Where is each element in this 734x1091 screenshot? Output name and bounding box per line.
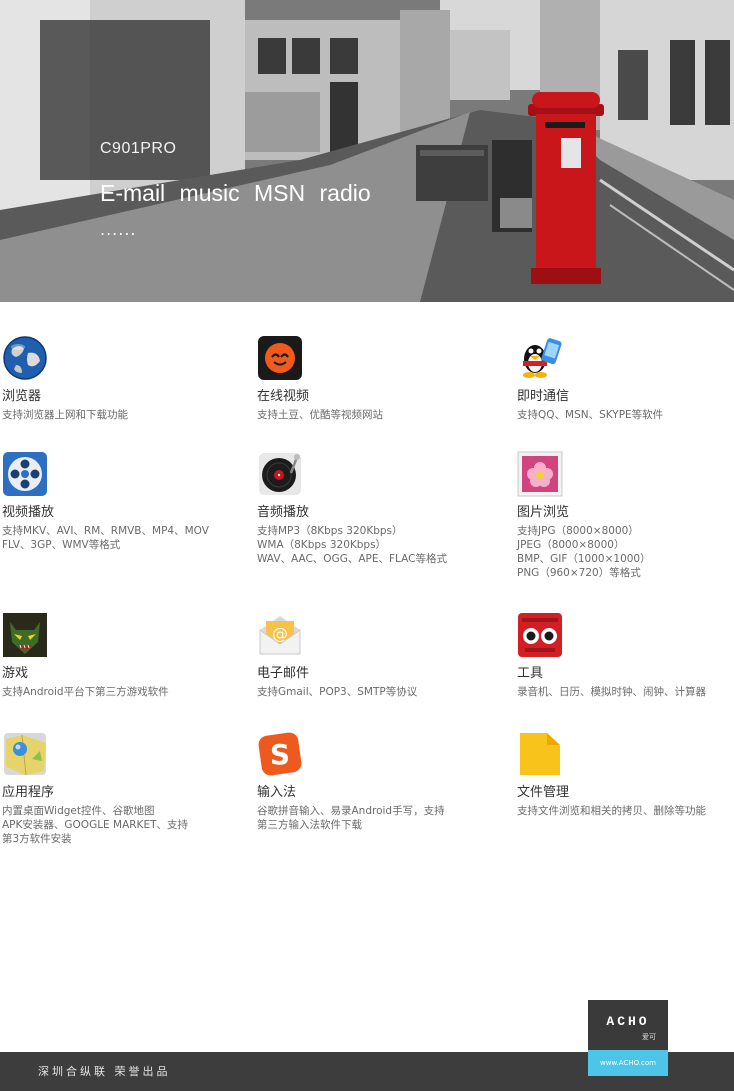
feature-desc-line: 内置桌面Widget控件、谷歌地图 [2,805,155,817]
feature-title: 工具 [517,666,544,681]
feature-desc-line: 支持Android平台下第三方游戏软件 [2,686,169,698]
model-name: C901PRO [100,140,177,157]
feature-title: 游戏 [2,666,29,681]
folder-icon [520,733,560,775]
tools-icon [518,613,562,657]
feature-video-playback: 视频播放 支持MKV、AVI、RM、RMVB、MP4、MOV FLV、3GP、W… [2,451,209,552]
footer-credit: 深圳合纵联 荣誉出品 [38,1065,171,1078]
feature-title: 文件管理 [517,785,570,800]
picture-icon [517,451,563,497]
feature-desc-line: 第3方软件安装 [2,833,72,845]
feature-online-video: 在线视频 支持土豆、优酷等视频网站 [257,335,383,422]
feature-desc-line: APK安装器、GOOGLE MARKET、支持 [2,819,188,831]
feature-desc-line: PNG（960×720）等格式 [517,567,641,579]
feature-games: 游戏 支持Android平台下第三方游戏软件 [2,612,169,699]
feature-email: @ 电子邮件 支持Gmail、POP3、SMTP等协议 [257,612,417,699]
hero-tagline: E-mail music MSN radio [100,180,371,206]
feature-desc-line: 支持MP3（8Kbps 320Kbps） [257,525,403,537]
hero-ellipsis: ...... [100,220,137,239]
hero-banner: C901PRO E-mail music MSN radio ...... [0,0,734,302]
feature-desc-line: 支持文件浏览和相关的拷贝、删除等功能 [517,805,706,817]
sogou-input-icon: S [258,732,302,776]
red-postbox [528,92,604,284]
feature-desc-line: 支持Gmail、POP3、SMTP等协议 [257,686,418,698]
feature-desc-line: 谷歌拼音输入、易录Android手写，支持 [257,805,445,817]
feature-title: 即时通信 [517,389,570,404]
feature-title: 图片浏览 [517,505,570,520]
feature-desc-line: BMP、GIF（1000×1000） [517,553,651,565]
feature-title: 视频播放 [2,505,55,520]
svg-text:S: S [270,738,290,771]
feature-picture-viewer: 图片浏览 支持JPG（8000×8000） JPEG（8000×8000） BM… [517,451,651,580]
feature-input-method: S 输入法 谷歌拼音输入、易录Android手写，支持 第三方输入法软件下载 [257,731,445,832]
record-player-icon [259,453,301,495]
online-video-icon [258,336,302,380]
feature-desc-line: 支持土豆、优酷等视频网站 [257,409,383,421]
feature-desc-line: 支持MKV、AVI、RM、RMVB、MP4、MOV [2,525,209,537]
feature-desc-line: WMA（8Kbps 320Kbps） [257,539,387,551]
feature-title: 应用程序 [2,785,55,800]
globe-icon [3,336,47,380]
film-reel-icon [3,452,47,496]
brand-logo: ACHO [606,1014,650,1029]
feature-desc-line: WAV、AAC、OGG、APE、FLAC等格式 [257,553,447,565]
feature-desc-line: 支持JPG（8000×8000） [517,525,639,537]
brand-badge: ACHO 爱可 www.ACHO.com [588,1000,668,1076]
feature-audio-playback: 音频播放 支持MP3（8Kbps 320Kbps） WMA（8Kbps 320K… [257,451,447,566]
feature-browser: 浏览器 支持浏览器上网和下载功能 [2,335,128,422]
instant-messaging-icon [523,338,562,378]
feature-desc-line: 支持浏览器上网和下载功能 [2,409,128,421]
feature-title: 在线视频 [257,389,310,404]
feature-file-manager: 文件管理 支持文件浏览和相关的拷贝、删除等功能 [517,731,706,818]
feature-title: 输入法 [257,785,297,800]
feature-title: 音频播放 [257,505,310,520]
game-monster-icon [3,613,47,657]
feature-desc-line: 第三方输入法软件下载 [257,819,362,831]
brand-url[interactable]: www.ACHO.com [588,1050,668,1076]
feature-title: 电子邮件 [257,666,310,681]
feature-desc-line: 支持QQ、MSN、SKYPE等软件 [517,409,664,421]
map-app-icon [4,733,46,776]
feature-title: 浏览器 [2,389,42,404]
feature-desc-line: 录音机、日历、模拟时钟、闹钟、计算器 [517,686,706,698]
feature-instant-messaging: 即时通信 支持QQ、MSN、SKYPE等软件 [517,335,663,422]
feature-tools: 工具 录音机、日历、模拟时钟、闹钟、计算器 [517,612,706,699]
feature-desc-line: JPEG（8000×8000） [517,539,625,551]
brand-chinese-name: 爱可 [642,1033,656,1041]
email-envelope-icon: @ [259,616,301,655]
feature-applications: 应用程序 内置桌面Widget控件、谷歌地图 APK安装器、GOOGLE MAR… [2,731,188,846]
feature-desc-line: FLV、3GP、WMV等格式 [2,539,121,551]
